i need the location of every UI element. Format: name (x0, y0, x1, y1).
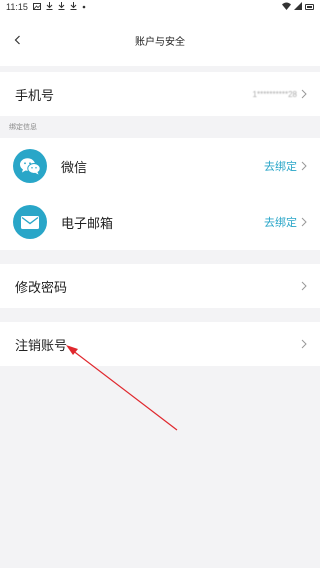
phone-label: 手机号 (15, 87, 55, 103)
bind-action-wechat[interactable]: 去绑定 (264, 158, 297, 174)
cancel-account-row[interactable]: 注销账号 (0, 322, 320, 366)
chevron-right-icon (301, 339, 308, 349)
battery-icon (305, 4, 314, 10)
change-password-label: 修改密码 (15, 279, 68, 295)
divider (0, 250, 320, 264)
wechat-icon (13, 149, 47, 183)
wifi-icon (282, 2, 291, 12)
download-icon (70, 2, 77, 12)
bind-action-email[interactable]: 去绑定 (264, 214, 297, 230)
chevron-right-icon (301, 281, 308, 291)
status-right (282, 2, 314, 12)
divider (0, 308, 320, 322)
page-title: 账户与安全 (135, 36, 185, 48)
status-time: 11:15 (6, 2, 28, 12)
bind-row-email[interactable]: 电子邮箱 去绑定 (0, 194, 320, 250)
download-icon (46, 2, 53, 12)
dot-icon (82, 3, 86, 11)
nav-bar: 账户与安全 (0, 14, 320, 66)
chevron-right-icon (301, 161, 308, 171)
chevron-right-icon (301, 89, 308, 99)
chevron-right-icon (301, 217, 308, 227)
change-password-row[interactable]: 修改密码 (0, 264, 320, 308)
bind-label-email: 电子邮箱 (61, 215, 114, 231)
status-bar: 11:15 (0, 0, 320, 14)
cancel-account-label: 注销账号 (15, 337, 68, 353)
phone-row[interactable]: 手机号 1**********28 (0, 72, 320, 116)
bind-label-wechat: 微信 (61, 159, 88, 175)
signal-icon (294, 2, 302, 12)
chevron-left-icon (14, 35, 20, 45)
back-button[interactable] (8, 31, 26, 49)
bind-section-header: 绑定信息 (9, 124, 37, 131)
image-icon (32, 2, 41, 12)
mail-icon (13, 205, 47, 239)
download-icon (58, 2, 65, 12)
phone-value: 1**********28 (252, 89, 297, 99)
status-left: 11:15 (6, 2, 86, 12)
bind-list: 微信 去绑定 电子邮箱 去绑定 (0, 138, 320, 250)
bind-row-wechat[interactable]: 微信 去绑定 (0, 138, 320, 194)
